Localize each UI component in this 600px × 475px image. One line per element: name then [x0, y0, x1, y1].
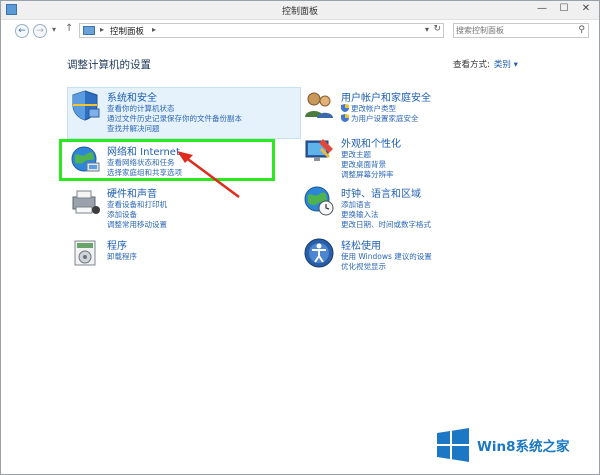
- category-system-security[interactable]: 系统和安全 查看你的计算机状态 通过文件历史记录保存你的文件备份副本 查找并解决…: [69, 89, 299, 137]
- up-button[interactable]: ↑: [65, 23, 73, 34]
- link-date-time-format[interactable]: 更改日期、时间或数字格式: [341, 219, 431, 230]
- category-title-ease-of-access[interactable]: 轻松使用: [341, 237, 381, 252]
- windows-logo-icon: [437, 428, 469, 462]
- page-title: 调整计算机的设置: [67, 59, 151, 71]
- category-title-programs[interactable]: 程序: [107, 237, 127, 252]
- forward-button[interactable]: →: [33, 24, 47, 38]
- uac-shield-icon: [341, 114, 349, 122]
- address-dropdown-icon[interactable]: ▾: [425, 25, 429, 34]
- window-title: 控制面板: [281, 7, 318, 17]
- view-by-label: 查看方式:: [453, 60, 490, 70]
- category-title-system-security[interactable]: 系统和安全: [107, 89, 157, 104]
- breadcrumb-separator-2[interactable]: ▸: [152, 25, 156, 34]
- maximize-button[interactable]: ☐: [553, 1, 575, 17]
- ease-of-access-icon: [304, 238, 334, 268]
- appearance-icon: [305, 139, 333, 161]
- category-programs[interactable]: 程序 卸载程序: [69, 237, 269, 273]
- link-mobility-settings[interactable]: 调整常用移动设置: [107, 219, 167, 230]
- link-change-account-type-label[interactable]: 更改帐户类型: [351, 104, 396, 113]
- hardware-sound-icon: [72, 190, 100, 214]
- link-family-safety-label[interactable]: 为用户设置家庭安全: [351, 114, 419, 123]
- link-family-safety[interactable]: 为用户设置家庭安全: [341, 113, 419, 124]
- window-controls: — ☐ ✕: [531, 1, 597, 17]
- user-accounts-icon: [305, 92, 333, 118]
- content-area: 调整计算机的设置 查看方式: 类别 ▾ 系统和安全 查看你的计算机状态 通过文件历…: [1, 43, 599, 474]
- title-bar: 控制面板 — ☐ ✕: [1, 1, 599, 20]
- category-ease-of-access[interactable]: 轻松使用 使用 Windows 建议的设置 优化视觉显示: [303, 237, 503, 273]
- link-optimize-visual-display[interactable]: 优化视觉显示: [341, 261, 386, 272]
- breadcrumb-control-panel[interactable]: 控制面板: [110, 25, 144, 37]
- uac-shield-icon: [341, 104, 349, 112]
- search-icon[interactable]: ⚲: [578, 25, 585, 35]
- back-button[interactable]: ←: [15, 24, 29, 38]
- minimize-button[interactable]: —: [531, 1, 553, 17]
- category-hardware-sound[interactable]: 硬件和声音 查看设备和打印机 添加设备 调整常用移动设置: [69, 185, 269, 233]
- view-by-category-dropdown[interactable]: 类别 ▾: [494, 60, 518, 70]
- category-title-hardware-sound[interactable]: 硬件和声音: [107, 185, 157, 200]
- link-screen-resolution[interactable]: 调整屏幕分辨率: [341, 169, 394, 180]
- clock-language-icon: [304, 186, 334, 216]
- programs-icon: [74, 240, 96, 266]
- control-panel-crumb-icon: [83, 26, 95, 35]
- recent-pages-dropdown[interactable]: ▾: [52, 25, 56, 34]
- link-uninstall-program[interactable]: 卸载程序: [107, 251, 137, 262]
- system-security-icon: [72, 90, 100, 121]
- category-user-accounts[interactable]: 用户帐户和家庭安全 更改帐户类型 为用户设置家庭安全: [303, 89, 503, 133]
- link-troubleshoot[interactable]: 查找并解决问题: [107, 123, 160, 134]
- control-panel-window: 控制面板 — ☐ ✕ ← → ▾ ↑ ▸ 控制面板 ▸ ▾ ↻ ⚲ 调整计算机的…: [0, 0, 600, 475]
- category-appearance[interactable]: 外观和个性化 更改主题 更改桌面背景 调整屏幕分辨率: [303, 135, 503, 183]
- search-input[interactable]: [456, 24, 566, 37]
- category-title-user-accounts[interactable]: 用户帐户和家庭安全: [341, 89, 431, 104]
- category-clock-language[interactable]: 时钟、语言和区域 添加语言 更换输入法 更改日期、时间或数字格式: [303, 185, 503, 233]
- watermark-brand-text: Win8系统之家: [477, 439, 570, 455]
- category-title-clock-language[interactable]: 时钟、语言和区域: [341, 185, 421, 200]
- view-by: 查看方式: 类别 ▾: [453, 58, 518, 70]
- refresh-icon[interactable]: ↻: [433, 24, 441, 34]
- address-bar[interactable]: ▸ 控制面板 ▸ ▾ ↻: [79, 23, 444, 38]
- watermark: Win8系统之家: [435, 423, 599, 471]
- close-button[interactable]: ✕: [575, 1, 597, 17]
- navigation-bar: ← → ▾ ↑ ▸ 控制面板 ▸ ▾ ↻ ⚲: [1, 20, 599, 42]
- breadcrumb-separator[interactable]: ▸: [100, 25, 104, 34]
- category-title-appearance[interactable]: 外观和个性化: [341, 135, 401, 150]
- search-box[interactable]: ⚲: [453, 23, 589, 38]
